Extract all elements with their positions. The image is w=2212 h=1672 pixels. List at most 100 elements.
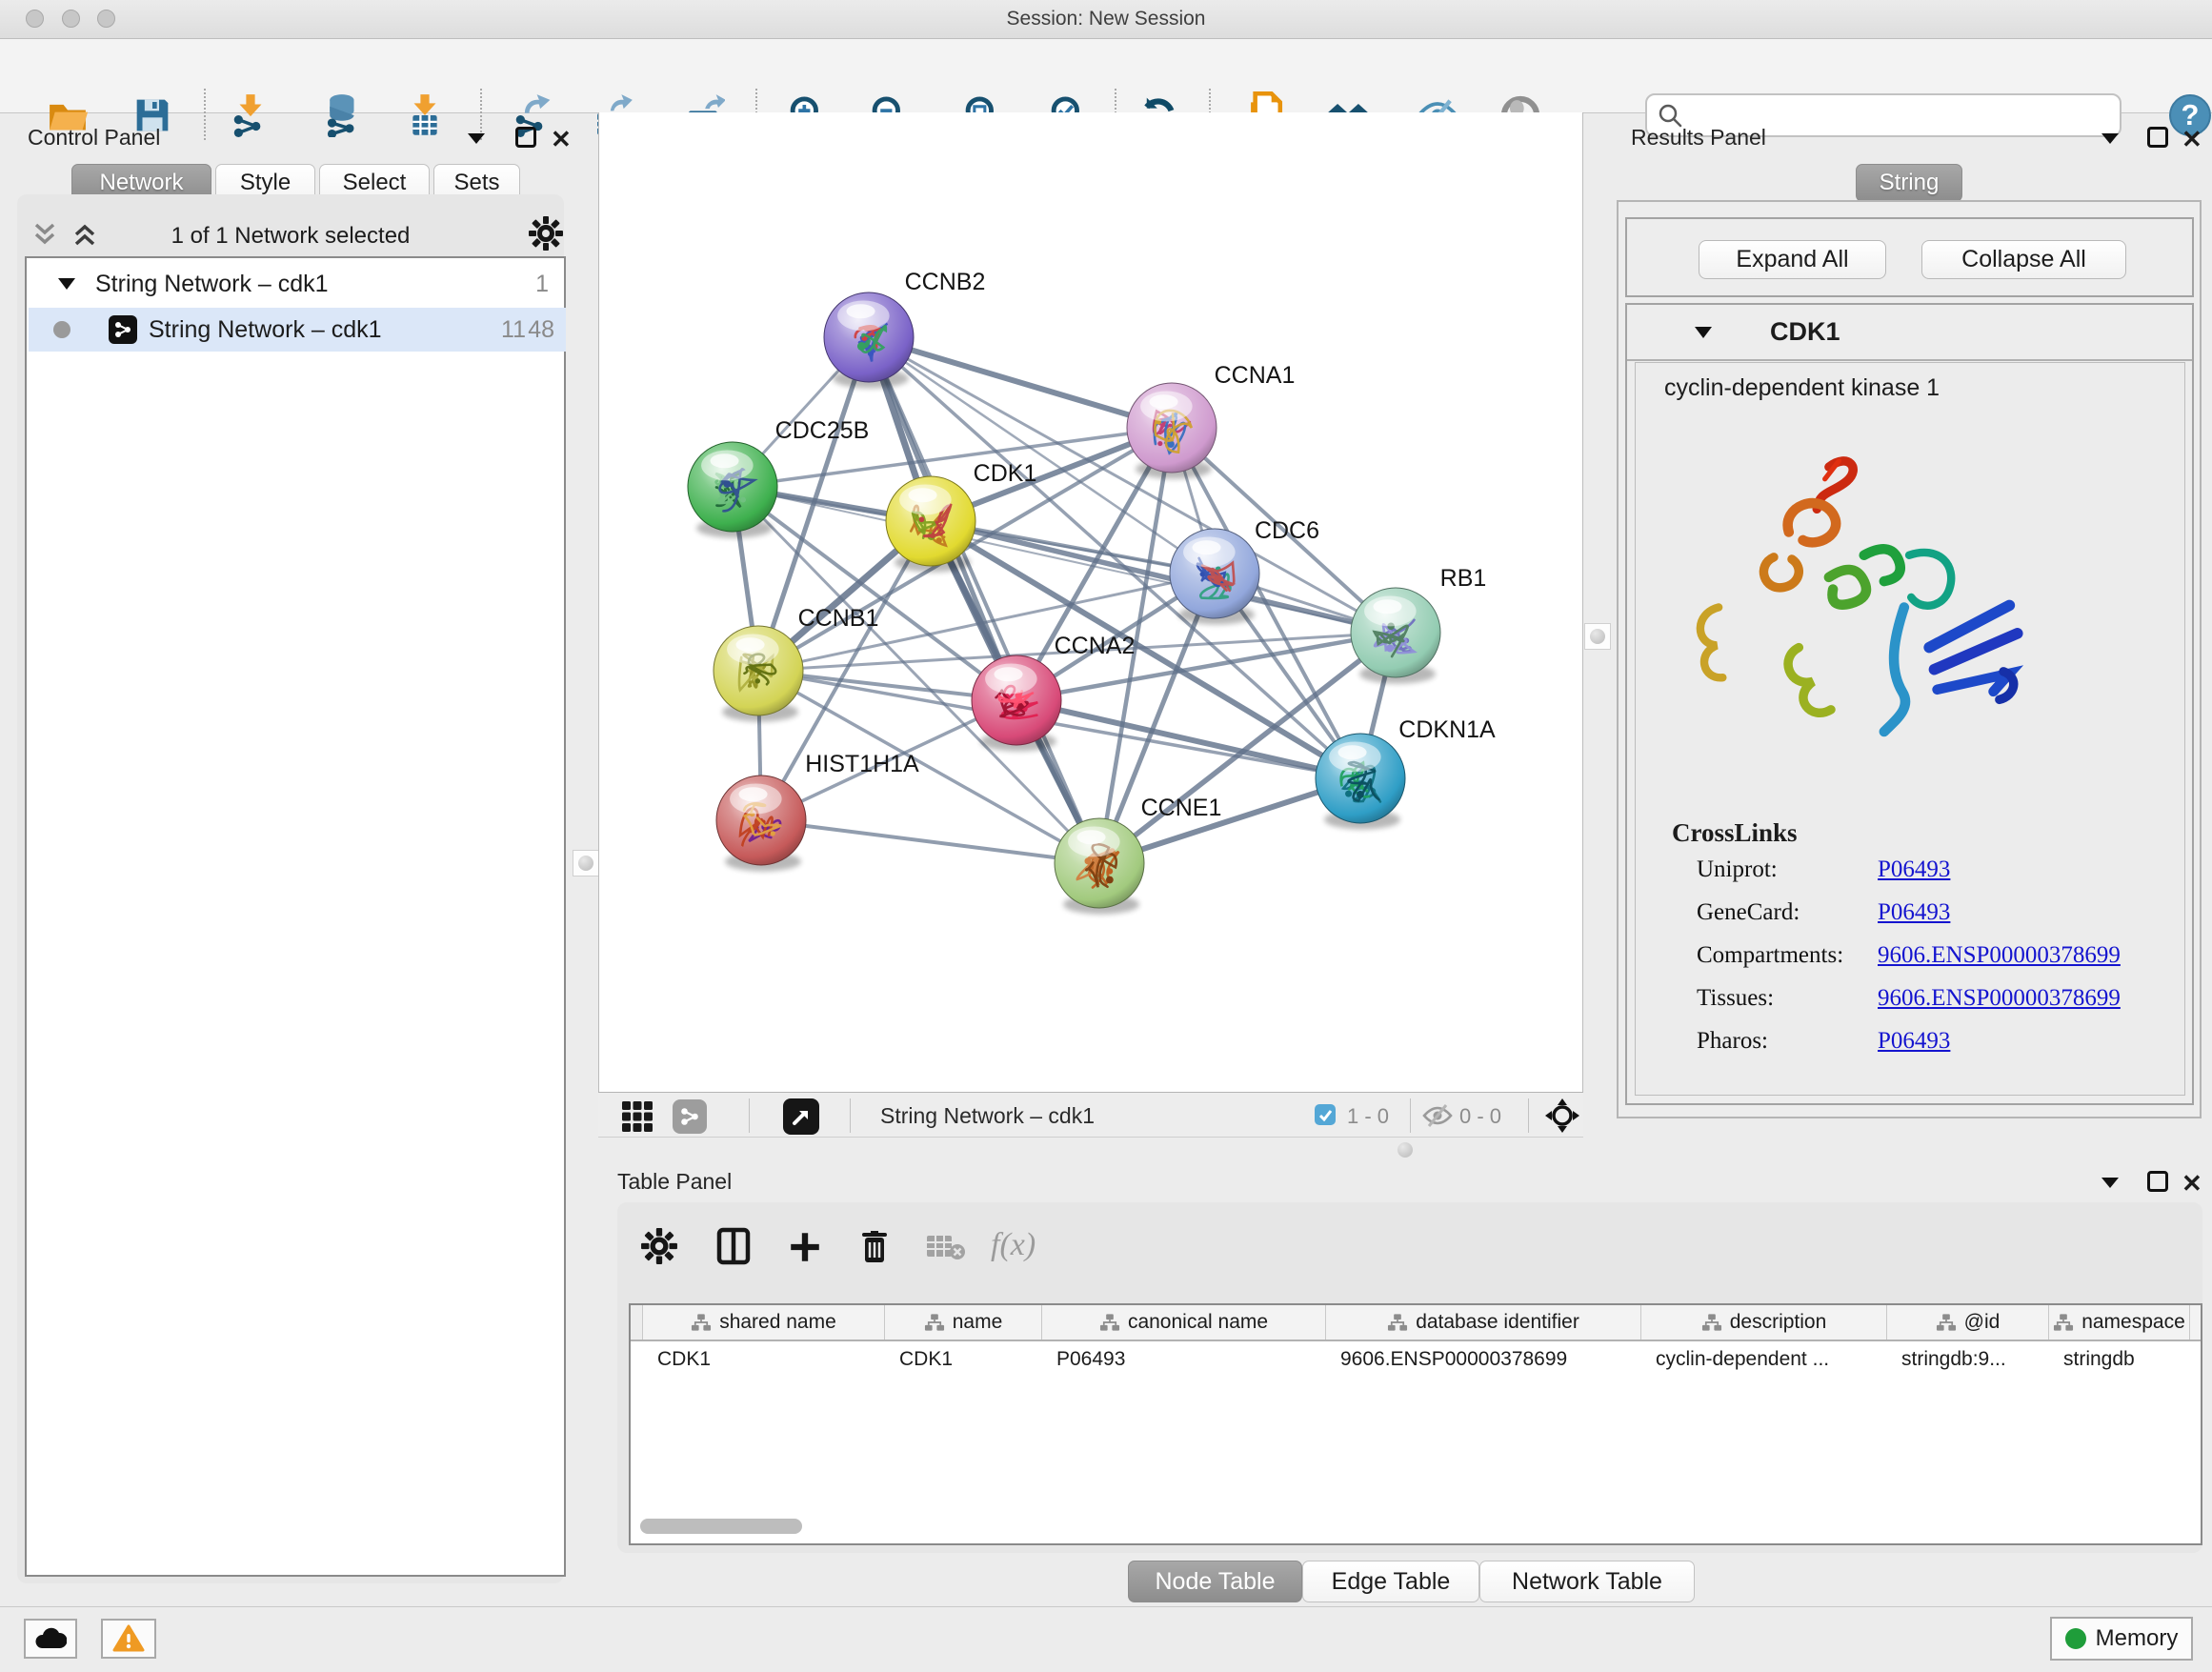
network-node-cdk1[interactable]: CDK1 xyxy=(886,460,1036,573)
column-header[interactable]: name xyxy=(885,1305,1042,1340)
table-row[interactable]: CDK1CDK1P064939606.ENSP00000378699cyclin… xyxy=(631,1341,2201,1378)
network-node-ccne1[interactable]: CCNE1 xyxy=(1055,795,1221,915)
table-cell: stringdb:9... xyxy=(1886,1341,2048,1378)
results-panel-float-button[interactable] xyxy=(2100,131,2121,145)
sitemap-icon xyxy=(924,1313,945,1332)
hidden-eye-icon[interactable] xyxy=(1421,1103,1454,1128)
network-panel-body: 1 of 1 Network selected String Network –… xyxy=(17,194,564,1583)
row-gutter xyxy=(631,1341,642,1378)
network-graph[interactable]: CCNB2CCNA1CDC25BCDK1CDC6RB1CCNB1CCNA2CDK… xyxy=(599,112,1582,1092)
table-horizontal-scrollbar[interactable] xyxy=(640,1519,802,1534)
birdseye-toggle-icon[interactable] xyxy=(1543,1097,1581,1135)
network-canvas[interactable]: CCNB2CCNA1CDC25BCDK1CDC6RB1CCNB1CCNA2CDK… xyxy=(598,112,1583,1092)
grid-view-icon[interactable] xyxy=(621,1100,654,1133)
results-panel-maximize-button[interactable] xyxy=(2147,127,2168,148)
tab-network-table[interactable]: Network Table xyxy=(1479,1561,1695,1602)
gene-section-header[interactable]: CDK1 xyxy=(1627,305,2192,361)
section-collapse-triangle-icon[interactable] xyxy=(1694,326,1713,339)
database-network-icon xyxy=(321,93,365,137)
memory-button[interactable]: Memory xyxy=(2050,1617,2193,1661)
network-edge[interactable] xyxy=(761,820,1099,863)
show-columns-icon[interactable] xyxy=(714,1227,753,1265)
column-header[interactable]: database identifier xyxy=(1326,1305,1641,1340)
network-node-rb1[interactable]: RB1 xyxy=(1351,565,1486,684)
window-title: Session: New Session xyxy=(0,8,2212,30)
expand-all-button[interactable]: Expand All xyxy=(1699,240,1886,279)
left-splitter-handle[interactable] xyxy=(573,850,599,876)
right-splitter-handle[interactable] xyxy=(1584,623,1611,650)
network-options-gear-icon[interactable] xyxy=(528,215,564,252)
function-builder-button[interactable]: f(x) xyxy=(991,1227,1036,1263)
column-header-label: description xyxy=(1730,1311,1827,1334)
detach-view-button[interactable] xyxy=(783,1098,819,1135)
column-header[interactable]: description xyxy=(1641,1305,1887,1340)
table-settings-gear-icon[interactable] xyxy=(640,1227,678,1265)
warning-icon xyxy=(112,1624,145,1653)
selected-nodes-checkbox[interactable] xyxy=(1315,1104,1336,1125)
memory-status-dot xyxy=(2065,1628,2086,1649)
table-cell: cyclin-dependent ... xyxy=(1640,1341,1886,1378)
delete-table-icon[interactable] xyxy=(926,1233,966,1261)
table-panel-maximize-button[interactable] xyxy=(2147,1171,2168,1192)
gene-details: cyclin-dependent kinase 1 CrossLinks Uni… xyxy=(1635,362,2185,1096)
import-network-file-button[interactable] xyxy=(224,89,277,142)
network-edge[interactable] xyxy=(1016,700,1360,778)
splitter-dot-icon xyxy=(578,856,593,871)
tab-string[interactable]: String xyxy=(1856,164,1962,202)
column-header[interactable]: namespace xyxy=(2049,1305,2190,1340)
node-table[interactable]: shared namenamecanonical name database id… xyxy=(629,1303,2202,1545)
table-cell: CDK1 xyxy=(642,1341,884,1378)
column-header[interactable]: shared name xyxy=(643,1305,885,1340)
results-panel-title: Results Panel xyxy=(1631,125,1766,151)
network-node-cdkn1a[interactable]: CDKN1A xyxy=(1316,716,1496,830)
import-table-file-button[interactable] xyxy=(398,89,452,142)
results-panel-close-button[interactable]: ✕ xyxy=(2182,125,2202,154)
network-tree: String Network – cdk1 1 String Network –… xyxy=(25,256,566,1577)
column-header[interactable]: @id xyxy=(1887,1305,2049,1340)
warning-button[interactable] xyxy=(101,1619,156,1659)
crosslink-row: Tissues:9606.ENSP00000378699 xyxy=(1697,985,2173,1012)
column-header-label: @id xyxy=(1964,1311,2001,1334)
tab-node-table[interactable]: Node Table xyxy=(1128,1561,1302,1602)
status-bar: Memory xyxy=(0,1606,2212,1672)
node-label: RB1 xyxy=(1440,565,1487,592)
column-header[interactable]: canonical name xyxy=(1042,1305,1326,1340)
sitemap-icon xyxy=(2053,1313,2074,1332)
network-view-toolbar: String Network – cdk1 1 - 0 0 - 0 xyxy=(598,1092,1583,1138)
network-share-view-icon[interactable] xyxy=(673,1099,707,1134)
table-cell: 9606.ENSP00000378699 xyxy=(1325,1341,1640,1378)
network-tree-child-row[interactable]: String Network – cdk1 11 48 xyxy=(29,308,566,352)
cloud-button[interactable] xyxy=(24,1619,77,1659)
crosslink-value-link[interactable]: P06493 xyxy=(1878,1028,1950,1055)
add-column-icon[interactable] xyxy=(787,1229,823,1265)
table-panel-title: Table Panel xyxy=(617,1169,732,1195)
crosslink-value-link[interactable]: P06493 xyxy=(1878,899,1950,926)
collapse-triangle-icon[interactable] xyxy=(57,277,76,291)
network-tree-root-row[interactable]: String Network – cdk1 1 xyxy=(29,262,566,306)
crosslink-value-link[interactable]: 9606.ENSP00000378699 xyxy=(1878,985,2121,1012)
gene-description: cyclin-dependent kinase 1 xyxy=(1664,374,1940,402)
tab-edge-table[interactable]: Edge Table xyxy=(1302,1561,1479,1602)
network-edge[interactable] xyxy=(869,337,1172,428)
import-network-database-button[interactable] xyxy=(316,89,370,142)
control-panel-float-button[interactable] xyxy=(466,131,487,145)
crosslinks-title: CrossLinks xyxy=(1672,818,1798,848)
network-status-dot xyxy=(53,321,70,338)
table-panel-float-button[interactable] xyxy=(2100,1176,2121,1189)
crosslinks-list: Uniprot:P06493GeneCard:P06493Compartment… xyxy=(1697,856,2173,1071)
network-node-ccnb1[interactable]: CCNB1 xyxy=(714,605,878,722)
crosslink-value-link[interactable]: P06493 xyxy=(1878,856,1950,883)
column-header-label: database identifier xyxy=(1416,1311,1579,1334)
collapse-all-button[interactable]: Collapse All xyxy=(1921,240,2126,279)
network-node-hist1h1a[interactable]: HIST1H1A xyxy=(716,751,919,872)
protein-structure-image xyxy=(1679,432,2060,803)
main-toolbar: ? xyxy=(0,39,2212,113)
crosslink-value-link[interactable]: 9606.ENSP00000378699 xyxy=(1878,942,2121,969)
table-panel-close-button[interactable]: ✕ xyxy=(2182,1169,2202,1199)
delete-column-icon[interactable] xyxy=(857,1227,892,1265)
control-panel-maximize-button[interactable] xyxy=(515,127,536,148)
bottom-splitter-handle[interactable] xyxy=(1398,1142,1413,1158)
control-panel-close-button[interactable]: ✕ xyxy=(551,125,572,154)
import-table-icon xyxy=(404,93,446,137)
hidden-counts: 0 - 0 xyxy=(1459,1104,1501,1129)
